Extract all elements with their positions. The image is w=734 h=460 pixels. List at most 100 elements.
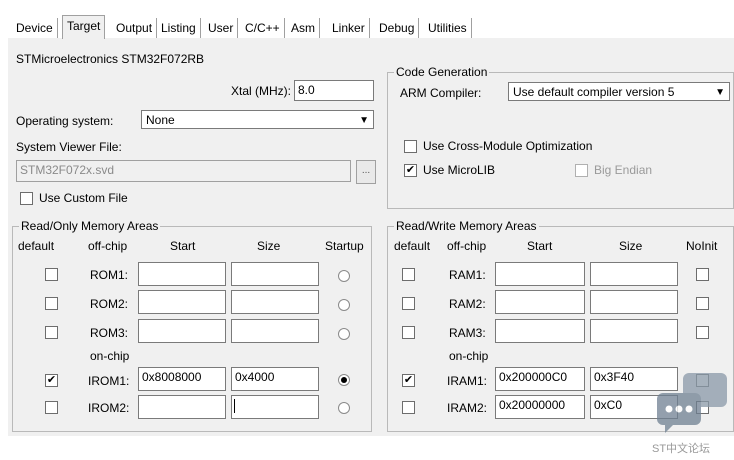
rom2-default-checkbox[interactable] [45, 297, 58, 310]
compiler-select-value: Use default compiler version 5 [513, 85, 675, 99]
rom3-label: ROM3: [90, 326, 129, 340]
rom1-label: ROM1: [90, 268, 129, 282]
tab-listing[interactable]: Listing [157, 18, 201, 38]
svd-label: System Viewer File: [16, 140, 122, 154]
tab-debug[interactable]: Debug [375, 18, 420, 38]
ram1-default-checkbox[interactable] [402, 268, 415, 281]
big-endian-checkbox[interactable] [575, 164, 588, 177]
rw-header-offchip: off-chip [447, 239, 487, 253]
tab-linker[interactable]: Linker [328, 18, 370, 38]
check-icon: ✔ [403, 374, 414, 386]
custom-file-checkbox[interactable] [20, 192, 33, 205]
tab-user[interactable]: User [204, 18, 239, 38]
rom1-size-input[interactable] [231, 262, 319, 286]
iram2-start-input[interactable]: 0x20000000 [495, 395, 585, 419]
ram2-size-input[interactable] [590, 290, 678, 314]
rw-header-default: default [394, 239, 431, 253]
xtal-input[interactable]: 8.0 [294, 80, 374, 101]
tab-device[interactable]: Device [12, 18, 58, 38]
rom3-start-input[interactable] [138, 319, 226, 343]
watermark-text: ST中文论坛 [652, 443, 711, 455]
ro-memory-title: Read/Only Memory Areas [19, 219, 161, 233]
tab-c-cpp[interactable]: C/C++ [241, 18, 285, 38]
iram1-label: IRAM1: [447, 374, 488, 388]
rom1-default-checkbox[interactable] [45, 268, 58, 281]
tab-output[interactable]: Output [112, 18, 158, 38]
os-select[interactable]: None ▼ [141, 110, 374, 129]
ram1-label: RAM1: [449, 268, 486, 282]
irom2-label: IROM2: [88, 401, 130, 415]
ram3-noinit-checkbox[interactable] [696, 326, 709, 339]
ram1-noinit-checkbox[interactable] [696, 268, 709, 281]
tab-bar: Device Target Output Listing User C/C++ … [8, 8, 734, 39]
irom2-startup-radio[interactable] [338, 402, 350, 414]
ram3-label: RAM3: [449, 326, 486, 340]
ro-header-start: Start [170, 239, 196, 253]
chat-bubble-icon [653, 373, 731, 435]
irom2-default-checkbox[interactable] [45, 401, 58, 414]
tab-target[interactable]: Target [62, 15, 106, 39]
ro-onchip-label: on-chip [90, 349, 130, 363]
iram2-label: IRAM2: [447, 401, 488, 415]
chevron-down-icon: ▼ [715, 87, 725, 98]
rom2-start-input[interactable] [138, 290, 226, 314]
svd-input[interactable]: STM32F072x.svd [16, 160, 351, 182]
rom1-start-input[interactable] [138, 262, 226, 286]
ram2-noinit-checkbox[interactable] [696, 297, 709, 310]
rw-header-noinit: NoInit [686, 239, 718, 253]
irom2-start-input[interactable] [138, 395, 226, 419]
cross-module-label: Use Cross-Module Optimization [423, 139, 593, 153]
microlib-label: Use MicroLIB [423, 163, 496, 177]
irom1-startup-radio[interactable] [338, 374, 350, 386]
ram2-start-input[interactable] [495, 290, 585, 314]
ro-header-offchip: off-chip [88, 239, 128, 253]
irom1-label: IROM1: [88, 374, 130, 388]
tab-utilities[interactable]: Utilities [424, 18, 472, 38]
rw-header-size: Size [619, 239, 643, 253]
rom3-startup-radio[interactable] [338, 328, 350, 340]
rw-header-start: Start [527, 239, 553, 253]
irom2-size-input[interactable] [231, 395, 319, 419]
ram2-label: RAM2: [449, 297, 486, 311]
irom1-default-checkbox[interactable]: ✔ [45, 374, 58, 387]
custom-file-label: Use Custom File [39, 191, 128, 205]
ro-header-size: Size [257, 239, 281, 253]
iram2-default-checkbox[interactable] [402, 401, 415, 414]
rom2-startup-radio[interactable] [338, 299, 350, 311]
chevron-down-icon: ▼ [359, 115, 369, 126]
compiler-label: ARM Compiler: [400, 86, 482, 100]
microlib-checkbox[interactable]: ✔ [404, 164, 417, 177]
xtal-label: Xtal (MHz): [231, 84, 291, 98]
rw-memory-title: Read/Write Memory Areas [394, 219, 539, 233]
iram1-default-checkbox[interactable]: ✔ [402, 374, 415, 387]
os-label: Operating system: [16, 114, 114, 128]
ro-header-startup: Startup [325, 239, 364, 253]
device-name: STMicroelectronics STM32F072RB [16, 52, 205, 66]
rom3-size-input[interactable] [231, 319, 319, 343]
ram2-default-checkbox[interactable] [402, 297, 415, 310]
options-dialog: Device Target Output Listing User C/C++ … [8, 8, 734, 436]
compiler-select[interactable]: Use default compiler version 5 ▼ [508, 82, 730, 101]
irom1-size-input[interactable]: 0x4000 [231, 367, 319, 391]
ram3-default-checkbox[interactable] [402, 326, 415, 339]
ram1-size-input[interactable] [590, 262, 678, 286]
rom3-default-checkbox[interactable] [45, 326, 58, 339]
ram3-start-input[interactable] [495, 319, 585, 343]
os-select-value: None [146, 113, 175, 127]
code-generation-title: Code Generation [394, 65, 490, 79]
rom2-label: ROM2: [90, 297, 129, 311]
iram1-start-input[interactable]: 0x200000C0 [495, 367, 585, 391]
text-cursor [234, 399, 235, 413]
rom1-startup-radio[interactable] [338, 270, 350, 282]
rw-onchip-label: on-chip [449, 349, 489, 363]
cross-module-checkbox[interactable] [404, 140, 417, 153]
ram3-size-input[interactable] [590, 319, 678, 343]
ram1-start-input[interactable] [495, 262, 585, 286]
tab-asm[interactable]: Asm [287, 18, 320, 38]
rom2-size-input[interactable] [231, 290, 319, 314]
svd-browse-button[interactable]: ... [356, 160, 376, 184]
big-endian-label: Big Endian [594, 163, 653, 177]
check-icon: ✔ [46, 374, 57, 386]
irom1-start-input[interactable]: 0x8008000 [138, 367, 226, 391]
ro-header-default: default [18, 239, 55, 253]
